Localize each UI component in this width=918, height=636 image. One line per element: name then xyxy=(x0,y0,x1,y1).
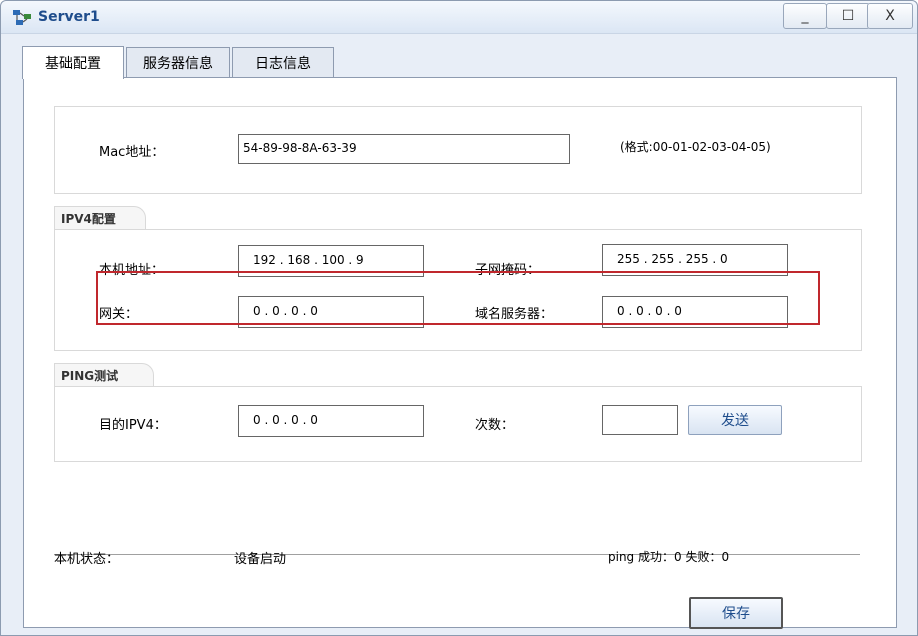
destination-ipv4-field[interactable]: 0 . 0 . 0 . 0 xyxy=(238,405,424,437)
config-panel: Mac地址： 54-89-98-8A-63-39 (格式:00-01-02-03… xyxy=(23,77,897,629)
tab-server-info[interactable]: 服务器信息 xyxy=(126,47,230,78)
send-button[interactable]: 发送 xyxy=(688,405,782,435)
ipv4-section-title: IPV4配置 xyxy=(54,206,146,231)
status-divider xyxy=(54,554,860,555)
minimize-button[interactable]: _ xyxy=(783,3,827,29)
highlight-box xyxy=(96,271,820,325)
count-label: 次数： xyxy=(475,418,515,433)
window-title: Server1 xyxy=(38,9,100,25)
close-button[interactable]: X xyxy=(867,3,913,29)
server-icon xyxy=(13,10,31,25)
mac-label: Mac地址： xyxy=(99,145,165,160)
ping-section-title: PING测试 xyxy=(54,363,154,388)
host-status-value: 设备启动 xyxy=(234,552,287,567)
save-button[interactable]: 保存 xyxy=(689,597,783,629)
ping-group: 目的IPV4： 0 . 0 . 0 . 0 次数： 发送 xyxy=(54,386,862,462)
mac-group: Mac地址： 54-89-98-8A-63-39 (格式:00-01-02-03… xyxy=(54,106,862,194)
host-status-label: 本机状态： xyxy=(54,552,120,567)
client-area: 基础配置 服务器信息 日志信息 Mac地址： 54-89-98-8A-63-39… xyxy=(10,34,908,629)
mac-field[interactable]: 54-89-98-8A-63-39 xyxy=(238,134,570,164)
maximize-button[interactable]: ☐ xyxy=(826,3,870,29)
app-window: Server1 _ ☐ X 基础配置 服务器信息 日志信息 Mac地址： 54-… xyxy=(0,0,918,636)
mac-format-hint: (格式:00-01-02-03-04-05) xyxy=(620,140,771,154)
ping-result-text: ping 成功：0 失败：0 xyxy=(608,550,730,564)
count-field[interactable] xyxy=(602,405,678,435)
title-bar[interactable]: Server1 _ ☐ X xyxy=(1,1,917,34)
destination-ipv4-label: 目的IPV4： xyxy=(99,418,167,433)
tab-log-info[interactable]: 日志信息 xyxy=(232,47,334,78)
tab-basic-config[interactable]: 基础配置 xyxy=(22,46,124,79)
